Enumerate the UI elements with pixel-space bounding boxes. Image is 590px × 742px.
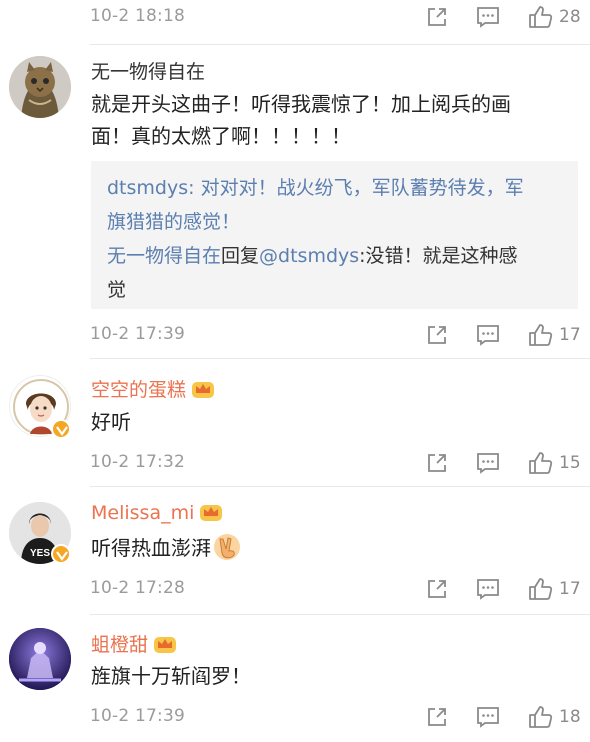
reply-button[interactable] [475, 448, 501, 478]
comment-item: YES Melissa_mi 听得热血澎湃 10-2 17:28 17 [0, 486, 590, 614]
like-count: 28 [559, 7, 581, 27]
username[interactable]: Melissa_mi [91, 502, 223, 524]
like-icon [529, 706, 553, 728]
share-icon [428, 708, 446, 726]
like-icon [529, 6, 553, 28]
share-button[interactable] [425, 320, 449, 350]
reply-button[interactable] [475, 320, 501, 350]
like-button[interactable]: 15 [527, 448, 581, 478]
share-button[interactable] [425, 448, 449, 478]
username[interactable]: 空空的蛋糕 [91, 375, 215, 402]
username[interactable]: 无一物得自在 [91, 57, 205, 84]
reply-button[interactable] [475, 574, 501, 604]
comment-icon [477, 707, 499, 728]
verified-badge-icon [51, 419, 71, 439]
victory-hand-emoji [214, 534, 240, 560]
comment-text: 好听 [91, 410, 131, 434]
like-button[interactable]: 28 [527, 2, 581, 32]
comment-meta: 10-2 17:28 17 [90, 574, 590, 604]
like-count: 17 [559, 579, 581, 599]
comment-time: 10-2 17:39 [90, 706, 185, 726]
avatar[interactable] [9, 56, 71, 118]
comment-item: 空空的蛋糕 好听 10-2 17:32 15 [0, 358, 590, 486]
reply-username[interactable]: 无一物得自在 [107, 245, 221, 267]
reply-username[interactable]: dtsmdys [107, 177, 188, 199]
like-icon [529, 452, 553, 474]
comment-item: 无一物得自在 就是开头这曲子！听得我震惊了！加上阅兵的画 面！真的太燃了啊！！！… [0, 44, 590, 362]
like-button[interactable]: 17 [527, 320, 581, 350]
like-icon [529, 324, 553, 346]
reply-button[interactable] [475, 2, 501, 32]
like-button[interactable]: 17 [527, 574, 581, 604]
share-button[interactable] [425, 2, 449, 32]
comment-meta-0: 10-2 18:18 28 [90, 2, 590, 32]
share-button[interactable] [425, 574, 449, 604]
comment-time: 10-2 17:39 [90, 324, 185, 344]
avatar-shirt-text: YES [30, 548, 50, 559]
like-count: 15 [559, 453, 581, 473]
share-icon [428, 454, 446, 472]
comment-time: 10-2 17:32 [90, 452, 185, 472]
reply-thread[interactable]: dtsmdys: 对对对！战火纷飞，军队蓄势待发，军 旗猎猎的感觉！ 无一物得自… [91, 161, 578, 309]
comment-time: 10-2 18:18 [90, 6, 185, 26]
comment-icon [477, 579, 499, 600]
like-icon [529, 578, 553, 600]
verified-badge-icon [51, 544, 71, 564]
vip-crown-icon [192, 382, 215, 398]
vip-crown-icon [200, 505, 223, 521]
comment-text: 旌旗十万斩阎罗！ [91, 664, 251, 688]
like-count: 18 [559, 707, 581, 727]
like-count: 17 [559, 325, 581, 345]
share-icon [428, 8, 446, 26]
comment-text: 就是开头这曲子！听得我震惊了！加上阅兵的画 面！真的太燃了啊！！！！！ [91, 92, 511, 148]
share-icon [428, 580, 446, 598]
avatar[interactable] [9, 628, 71, 690]
comment-icon [477, 325, 499, 346]
comment-meta: 10-2 17:32 15 [90, 448, 590, 478]
comment-text: 听得热血澎湃 [91, 532, 570, 564]
comment-time: 10-2 17:28 [90, 578, 185, 598]
comment-icon [477, 453, 499, 474]
username[interactable]: 蛆橙甜 [91, 630, 177, 657]
comment-item: 蛆橙甜 旌旗十万斩阎罗！ 10-2 17:39 18 [0, 614, 590, 742]
comment-icon [477, 7, 499, 28]
comment-meta: 10-2 17:39 17 [90, 320, 590, 350]
reply-button[interactable] [475, 702, 501, 732]
share-button[interactable] [425, 702, 449, 732]
like-button[interactable]: 18 [527, 702, 581, 732]
vip-crown-icon [154, 637, 177, 653]
share-icon [428, 326, 446, 344]
comment-meta: 10-2 17:39 18 [90, 702, 590, 732]
mention-link[interactable]: @dtsmdys [259, 245, 359, 267]
